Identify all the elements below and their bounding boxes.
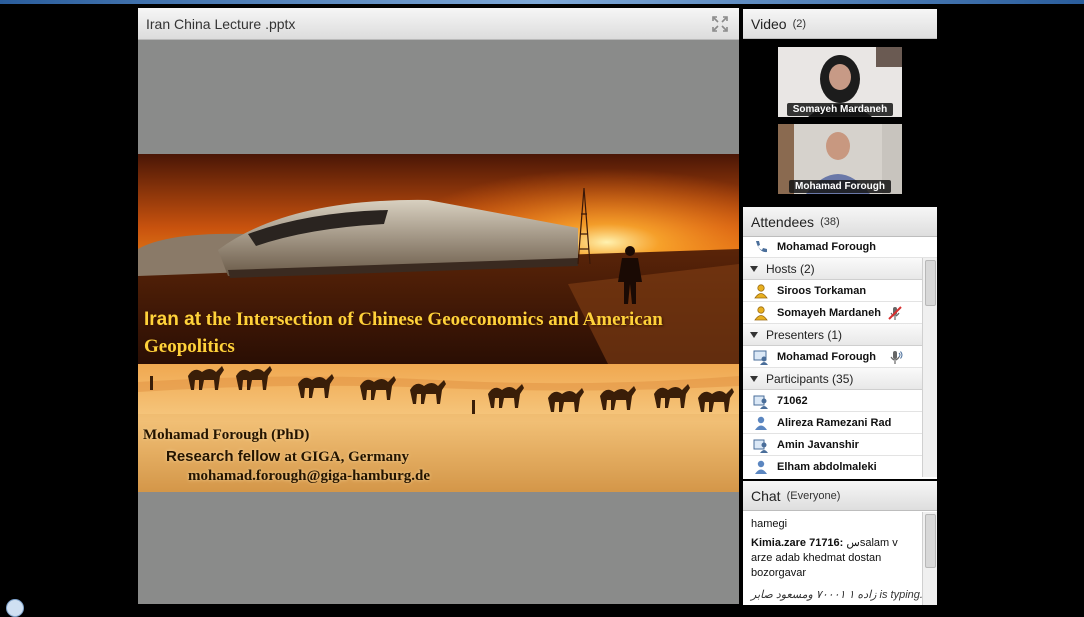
group-presenters-toggle[interactable]: Presenters (1) [743,324,923,346]
group-label: Hosts (2) [766,261,815,276]
attendee-list-scrollbar[interactable] [922,258,937,477]
scrollbar-thumb[interactable] [925,260,936,306]
list-item[interactable]: Siroos Torkaman [743,280,923,302]
slide-author-name: Mohamad Forough (PhD) [143,427,310,443]
video-tile-name: Somayeh Mardaneh [778,103,902,116]
chat-message: hamegi [751,518,788,530]
list-item[interactable]: Elham abdolmaleki [743,456,923,477]
video-panel: Video (2) Somayeh Mardaneh Mohamad Forou… [743,9,937,203]
slide-title: Iran at the Intersection of Chinese Geoe… [144,306,704,360]
chat-panel: Chat (Everyone) hamegi Kimia.zare 71716:… [743,481,937,605]
participant-icon [755,460,767,474]
presentation-slide: Iran at the Intersection of Chinese Geoe… [138,154,739,492]
chat-panel-header[interactable]: Chat (Everyone) [743,481,937,511]
list-item[interactable]: Somayeh Mardaneh [743,302,923,324]
slide-author-role-rest: at GIGA, Germany [284,449,409,465]
video-panel-header[interactable]: Video (2) [743,9,937,39]
video-panel-title: Video [751,15,787,32]
group-label: Participants (35) [766,371,854,386]
slide-title-rest: the Intersection of Chinese Geoeconomics… [144,309,663,357]
attendee-name: Mohamad Forough [777,241,876,253]
chat-panel-title: Chat [751,487,781,504]
attendee-self-row[interactable]: Mohamad Forough [743,237,937,258]
attendee-name: 71062 [777,394,808,407]
slide-author-role-lead: Research fellow [166,448,281,465]
chat-scope: (Everyone) [786,489,841,502]
participant-video-icon [753,395,768,409]
mic-muted-icon[interactable] [887,305,903,321]
shared-file-name: Iran China Lecture .pptx [146,15,296,32]
list-item[interactable]: Mohamad Forough [743,346,923,368]
attendee-name: Amin Javanshir [777,438,859,451]
attendee-name: Mohamad Forough [777,350,876,363]
taskbar-corner-icon[interactable] [6,599,24,617]
video-tile-somayeh[interactable]: Somayeh Mardaneh [778,47,902,117]
slide-author-email: mohamad.forough@giga-hamburg.de [188,468,431,484]
slide-author-role: Research fellow at GIGA, Germany [166,448,409,466]
presenter-icon [753,350,768,365]
phone-icon [756,241,767,253]
slide-title-lead: Iran at [144,309,202,330]
host-user-icon [754,283,768,298]
attendee-name: Somayeh Mardaneh [777,306,881,319]
group-participants-toggle[interactable]: Participants (35) [743,368,923,390]
group-hosts-toggle[interactable]: Hosts (2) [743,258,923,280]
attendee-name: Siroos Torkaman [777,284,867,297]
attendee-list: Hosts (2) Siroos Torkaman Somayeh Mardan… [743,258,937,477]
collapse-triangle-icon [750,375,758,382]
collapse-triangle-icon [750,265,758,272]
participant-icon [755,416,767,430]
attendee-name: Alireza Ramezani Rad [777,416,892,429]
video-tile-mohamad[interactable]: Mohamad Forough [778,124,902,194]
video-tile-name: Mohamad Forough [778,180,902,193]
chat-messages: hamegi Kimia.zare 71716: سsalam v arze a… [743,511,937,581]
attendees-panel-count: (38) [820,215,840,228]
list-item[interactable]: 71062 [743,390,923,412]
attendees-panel-header[interactable]: Attendees (38) [743,207,937,237]
participant-video-icon [753,439,768,453]
chat-sender: Kimia.zare 71716: [751,537,844,549]
shared-content-pane: Iran China Lecture .pptx Iran at the Int… [138,8,739,604]
fullscreen-icon[interactable] [711,15,729,33]
list-item[interactable]: Alireza Ramezani Rad [743,412,923,434]
group-label: Presenters (1) [766,327,843,342]
chat-message: Kimia.zare 71716: سsalam v arze adab khe… [751,536,917,581]
mic-active-icon[interactable] [887,349,903,365]
video-panel-count: (2) [792,17,807,30]
chat-scrollbar[interactable] [922,512,937,605]
window-top-strip [0,0,1084,4]
attendees-panel: Attendees (38) Mohamad Forough Hosts (2)… [743,207,937,479]
host-user-icon [754,305,768,320]
attendee-name: Elham abdolmaleki [777,460,877,473]
shared-content-titlebar: Iran China Lecture .pptx [138,8,739,40]
collapse-triangle-icon [750,331,758,338]
typing-indicator: زاده ۱ ۷۰۰۰۱ ومسعود صابر is typing... [751,589,930,601]
attendees-panel-title: Attendees [751,213,815,230]
scrollbar-thumb[interactable] [925,514,936,568]
list-item[interactable]: Amin Javanshir [743,434,923,456]
